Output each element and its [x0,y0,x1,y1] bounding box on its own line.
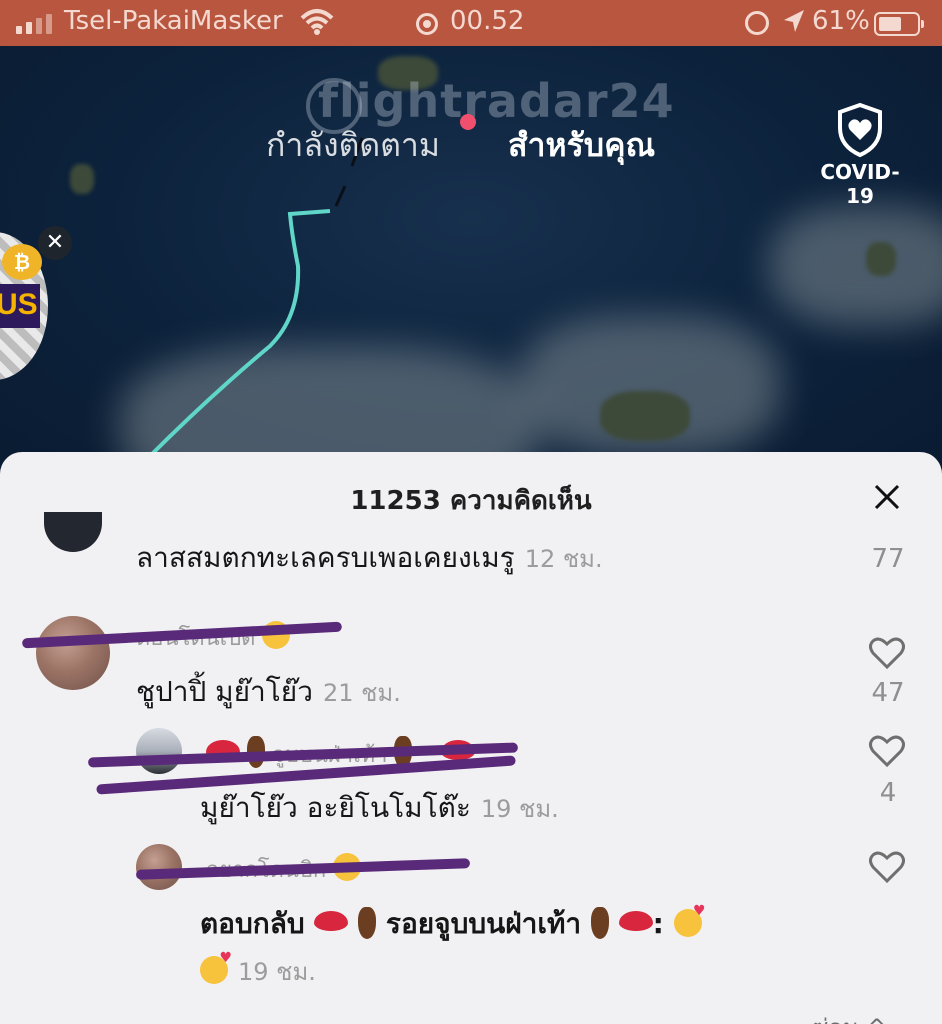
like-heart-icon[interactable] [868,636,906,670]
comment-time: 21 ชม. [322,679,401,707]
battery-icon [874,12,924,36]
close-icon[interactable] [872,482,902,512]
comment-text: ชูปาปิ้ มูย๊าโย๊ว 21 ชม. [136,675,401,708]
comment-text-line2: 19 ชม. [200,950,316,991]
live-indicator-dot [460,114,476,130]
comments-sheet: 11253 ความคิดเห็น ลาสสมตกทะเลครบเพอเคยงเ… [0,452,942,1024]
promo-badge-text: US [0,288,38,321]
like-count: 47 [871,678,905,708]
screen-record-icon [416,13,438,35]
comment-time: 19 ชม. [480,795,559,823]
comment-avatar[interactable] [44,512,102,552]
video-player[interactable]: flightradar24 กำลังติดตาม สำหรับคุณ COVI… [0,46,942,476]
carrier-name: Tsel-PakaiMasker [64,6,283,36]
tab-following[interactable]: กำลังติดตาม [266,120,440,171]
orientation-lock-icon [745,11,769,35]
status-time: 00.52 [450,6,525,36]
status-bar: Tsel-PakaiMasker 00.52 61% [0,0,942,46]
signal-icon [16,12,52,34]
tab-for-you[interactable]: สำหรับคุณ [508,120,655,171]
covid-label: COVID-19 [820,160,900,208]
smiling-face-with-hearts-emoji [200,950,232,984]
shield-heart-icon [838,102,882,158]
like-count: 4 [879,778,897,808]
comment-avatar[interactable] [136,844,182,890]
kiss-mark-emoji [314,911,349,931]
comment-avatar[interactable] [36,616,110,690]
reply-prefix: ตอบกลับ [200,907,305,940]
like-heart-icon[interactable] [868,850,906,884]
location-icon [784,10,804,32]
comments-title: 11253 ความคิดเห็น [350,486,592,516]
comment-text: ลาสสมตกทะเลครบเพอเคยงเมรู 12 ชม. [136,541,603,574]
comment-time: 19 ชม. [238,958,316,986]
covid-button[interactable]: COVID-19 [808,102,912,208]
hide-replies-button[interactable]: ซ่อน ^ [812,1008,887,1024]
wifi-icon [300,9,334,35]
battery-percent: 61% [812,6,870,36]
comment-time: 12 ชม. [524,545,603,573]
smiling-face-with-hearts-emoji [673,903,706,937]
comment-text: ตอบกลับ รอยจูบบนฝ่าเท้า : [200,902,706,946]
kiss-mark-emoji [618,911,653,931]
bitcoin-coin-icon: ₿ [2,244,42,280]
foot-emoji [590,907,609,939]
promo-close-button[interactable]: ✕ [38,226,72,260]
foot-emoji [358,907,377,939]
comment-text: มูย๊าโย๊ว อะยิโนโมโต๊ะ 19 ชม. [200,791,559,824]
reply-target[interactable]: รอยจูบบนฝ่าเท้า [386,907,581,940]
like-heart-icon[interactable] [868,734,906,768]
like-count: 77 [871,544,905,574]
comment-avatar[interactable] [136,728,182,774]
